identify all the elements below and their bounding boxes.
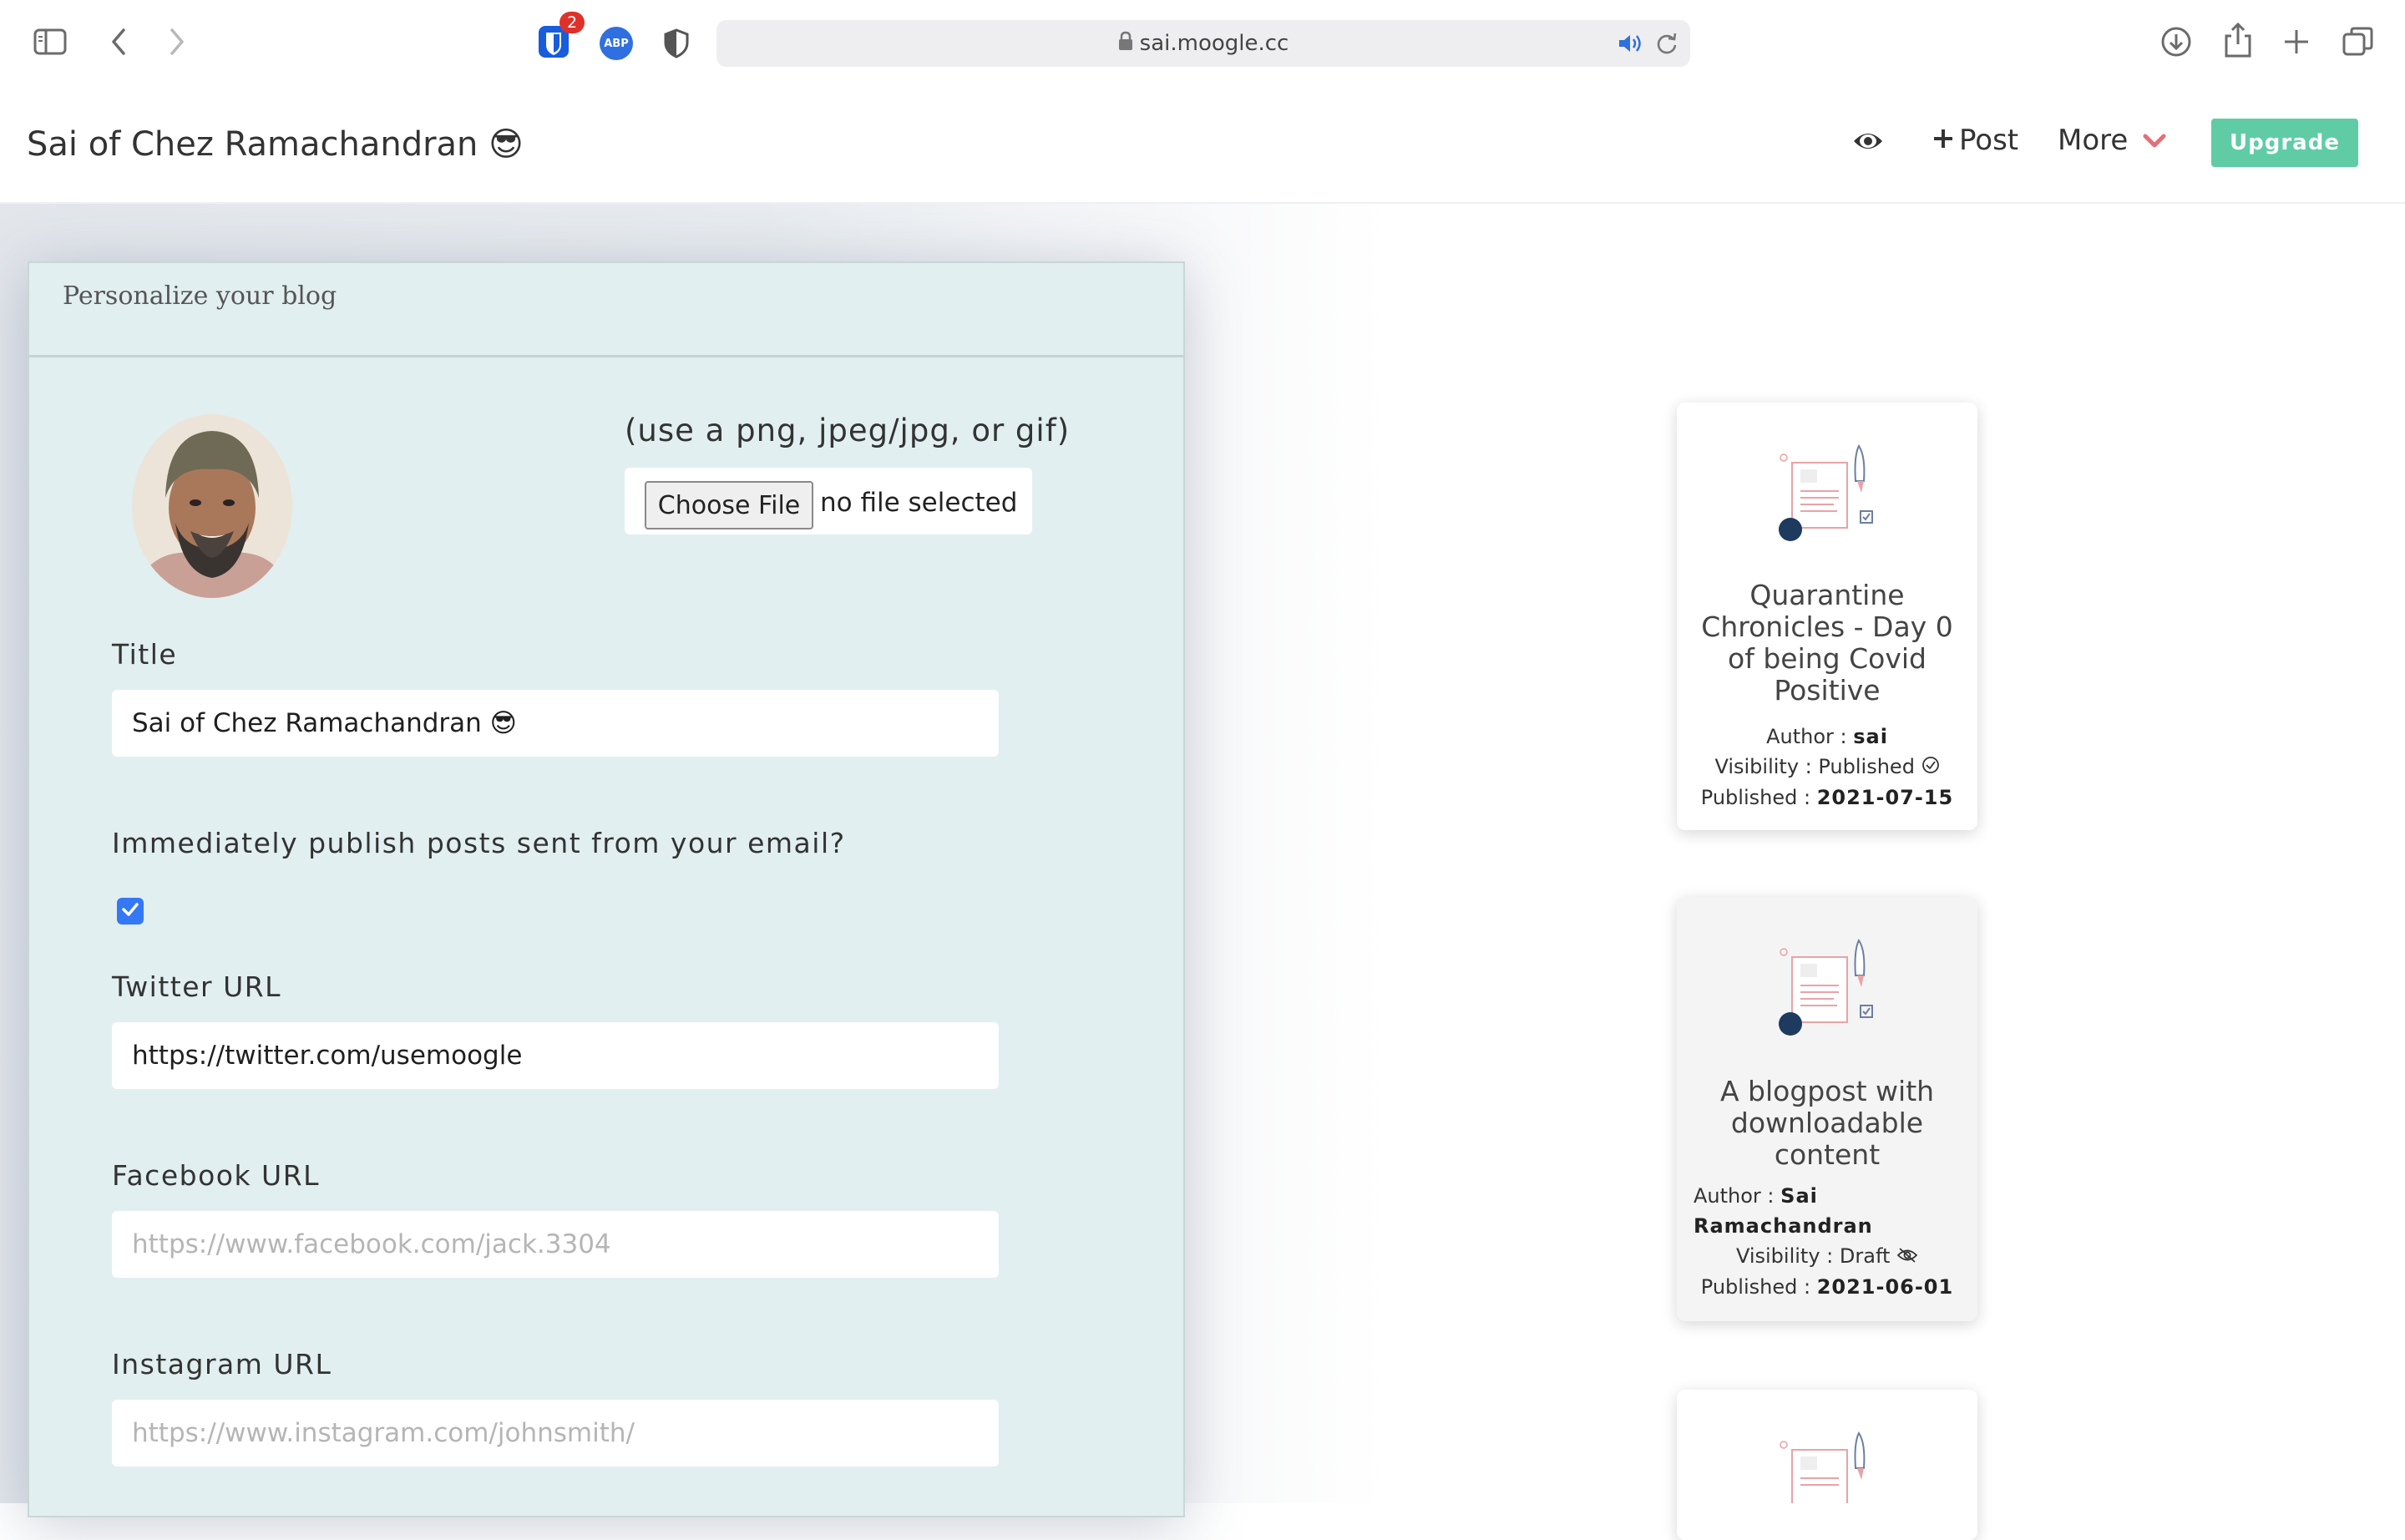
post-visibility: Visibility : Draft [1677, 1241, 1977, 1272]
instagram-url-input[interactable]: https://www.instagram.com/johnsmith/ [112, 1400, 999, 1467]
post-title-line: Chronicles - Day 0 [1701, 610, 1953, 643]
visibility-value: Published [1818, 755, 1915, 778]
reload-icon[interactable] [1655, 32, 1678, 58]
post-illustration-icon [1775, 932, 1884, 1044]
sidebar-toggle-icon[interactable] [30, 22, 70, 62]
address-bar[interactable]: sai.moogle.cc [716, 20, 1690, 67]
post-author: Author : sai [1677, 722, 1977, 752]
avatar-file-input[interactable]: Choose File no file selected [625, 468, 1032, 534]
post-card[interactable] [1677, 1390, 1977, 1540]
tab-overview-icon[interactable] [2338, 22, 2378, 62]
privacy-shield-icon[interactable] [656, 23, 696, 63]
visibility-prefix: Visibility : [1714, 755, 1819, 778]
back-icon[interactable] [99, 22, 139, 62]
twitter-url-label: Twitter URL [112, 970, 282, 1003]
share-icon[interactable] [2218, 20, 2258, 60]
title-label: Title [112, 638, 178, 671]
post-card[interactable]: Quarantine Chronicles - Day 0 of being C… [1677, 403, 1977, 830]
title-input-value: Sai of Chez Ramachandran 😎 [132, 708, 517, 738]
post-meta: Author : sai Visibility : Published Publ… [1677, 722, 1977, 813]
preview-eye-icon[interactable] [1852, 129, 1884, 157]
draft-eye-off-icon [1896, 1242, 1918, 1272]
published-prefix: Published : [1700, 786, 1817, 809]
facebook-url-placeholder: https://www.facebook.com/jack.3304 [132, 1229, 611, 1259]
more-menu-button[interactable]: More [2058, 124, 2166, 157]
post-title-line: content [1774, 1138, 1881, 1171]
post-published-date: Published : 2021-07-15 [1677, 783, 1977, 813]
post-author: Author : Sai Ramachandran [1694, 1181, 1873, 1241]
downloads-icon[interactable] [2156, 22, 2196, 62]
url-text: sai.moogle.cc [1139, 31, 1289, 56]
title-input[interactable]: Sai of Chez Ramachandran 😎 [112, 690, 999, 757]
post-title-line: downloadable [1730, 1107, 1924, 1139]
post-illustration-icon [1775, 1425, 1884, 1528]
adblock-plus-icon[interactable]: ABP [596, 23, 636, 63]
post-published-date: Published : 2021-06-01 [1677, 1272, 1977, 1302]
no-file-label: no file selected [820, 488, 1018, 518]
author-name: Sai [1780, 1184, 1818, 1208]
post-title-line: A blogpost with [1719, 1075, 1935, 1107]
abp-label: ABP [600, 27, 633, 60]
twitter-url-input[interactable]: https://twitter.com/usemoogle [112, 1022, 999, 1089]
author-prefix: Author : [1694, 1184, 1781, 1208]
facebook-url-input[interactable]: https://www.facebook.com/jack.3304 [112, 1211, 999, 1278]
post-title[interactable]: Quarantine Chronicles - Day 0 of being C… [1697, 580, 1957, 707]
plus-icon [1932, 124, 1954, 157]
post-label: Post [1959, 124, 2019, 157]
more-label: More [2058, 124, 2129, 157]
post-title-line: of being Covid [1728, 642, 1927, 675]
post-illustration-icon [1775, 438, 1884, 550]
choose-file-button[interactable]: Choose File [645, 481, 813, 529]
panel-header: Personalize your blog [29, 263, 1183, 357]
post-visibility: Visibility : Published [1677, 752, 1977, 783]
instagram-url-label: Instagram URL [112, 1348, 332, 1380]
blog-title[interactable]: Sai of Chez Ramachandran 😎 [27, 125, 524, 164]
file-type-hint: (use a png, jpeg/jpg, or gif) [625, 413, 1071, 448]
chevron-down-icon [2143, 124, 2166, 157]
email-publish-label: Immediately publish posts sent from your… [112, 827, 846, 859]
post-title-line: Positive [1774, 674, 1881, 707]
extension-badge: 2 [559, 12, 585, 33]
published-date: 2021-06-01 [1816, 1275, 1954, 1299]
checkmark-icon [121, 902, 139, 920]
author-name: sai [1853, 725, 1888, 748]
post-card[interactable]: A blogpost with downloadable content Aut… [1677, 897, 1977, 1321]
visibility-prefix: Visibility : [1735, 1244, 1840, 1268]
url-display[interactable]: sai.moogle.cc [716, 31, 1690, 57]
facebook-url-label: Facebook URL [112, 1159, 321, 1192]
panel-title: Personalize your blog [63, 281, 337, 311]
published-prefix: Published : [1700, 1275, 1817, 1299]
new-post-button[interactable]: Post [1932, 124, 2018, 157]
twitter-url-value: https://twitter.com/usemoogle [132, 1041, 523, 1071]
upgrade-button[interactable]: Upgrade [2211, 119, 2358, 167]
published-date: 2021-07-15 [1816, 786, 1954, 809]
published-check-icon [1921, 752, 1940, 783]
forward-icon[interactable] [157, 22, 197, 62]
post-title[interactable]: A blogpost with downloadable content [1697, 1076, 1957, 1171]
browser-toolbar: 2 ABP sai.moogle.cc [0, 0, 2405, 84]
instagram-url-placeholder: https://www.instagram.com/johnsmith/ [132, 1418, 635, 1448]
new-tab-icon[interactable] [2276, 22, 2316, 62]
author-name-continued: Ramachandran [1694, 1214, 1873, 1238]
visibility-value: Draft [1839, 1244, 1891, 1268]
email-publish-checkbox[interactable] [117, 898, 144, 925]
avatar[interactable] [132, 414, 292, 598]
audio-playing-icon[interactable] [1617, 32, 1643, 58]
lock-icon [1118, 31, 1133, 57]
post-meta: Visibility : Draft Published : 2021-06-0… [1677, 1241, 1977, 1302]
post-title-line: Quarantine [1749, 579, 1905, 611]
author-prefix: Author : [1766, 725, 1854, 748]
